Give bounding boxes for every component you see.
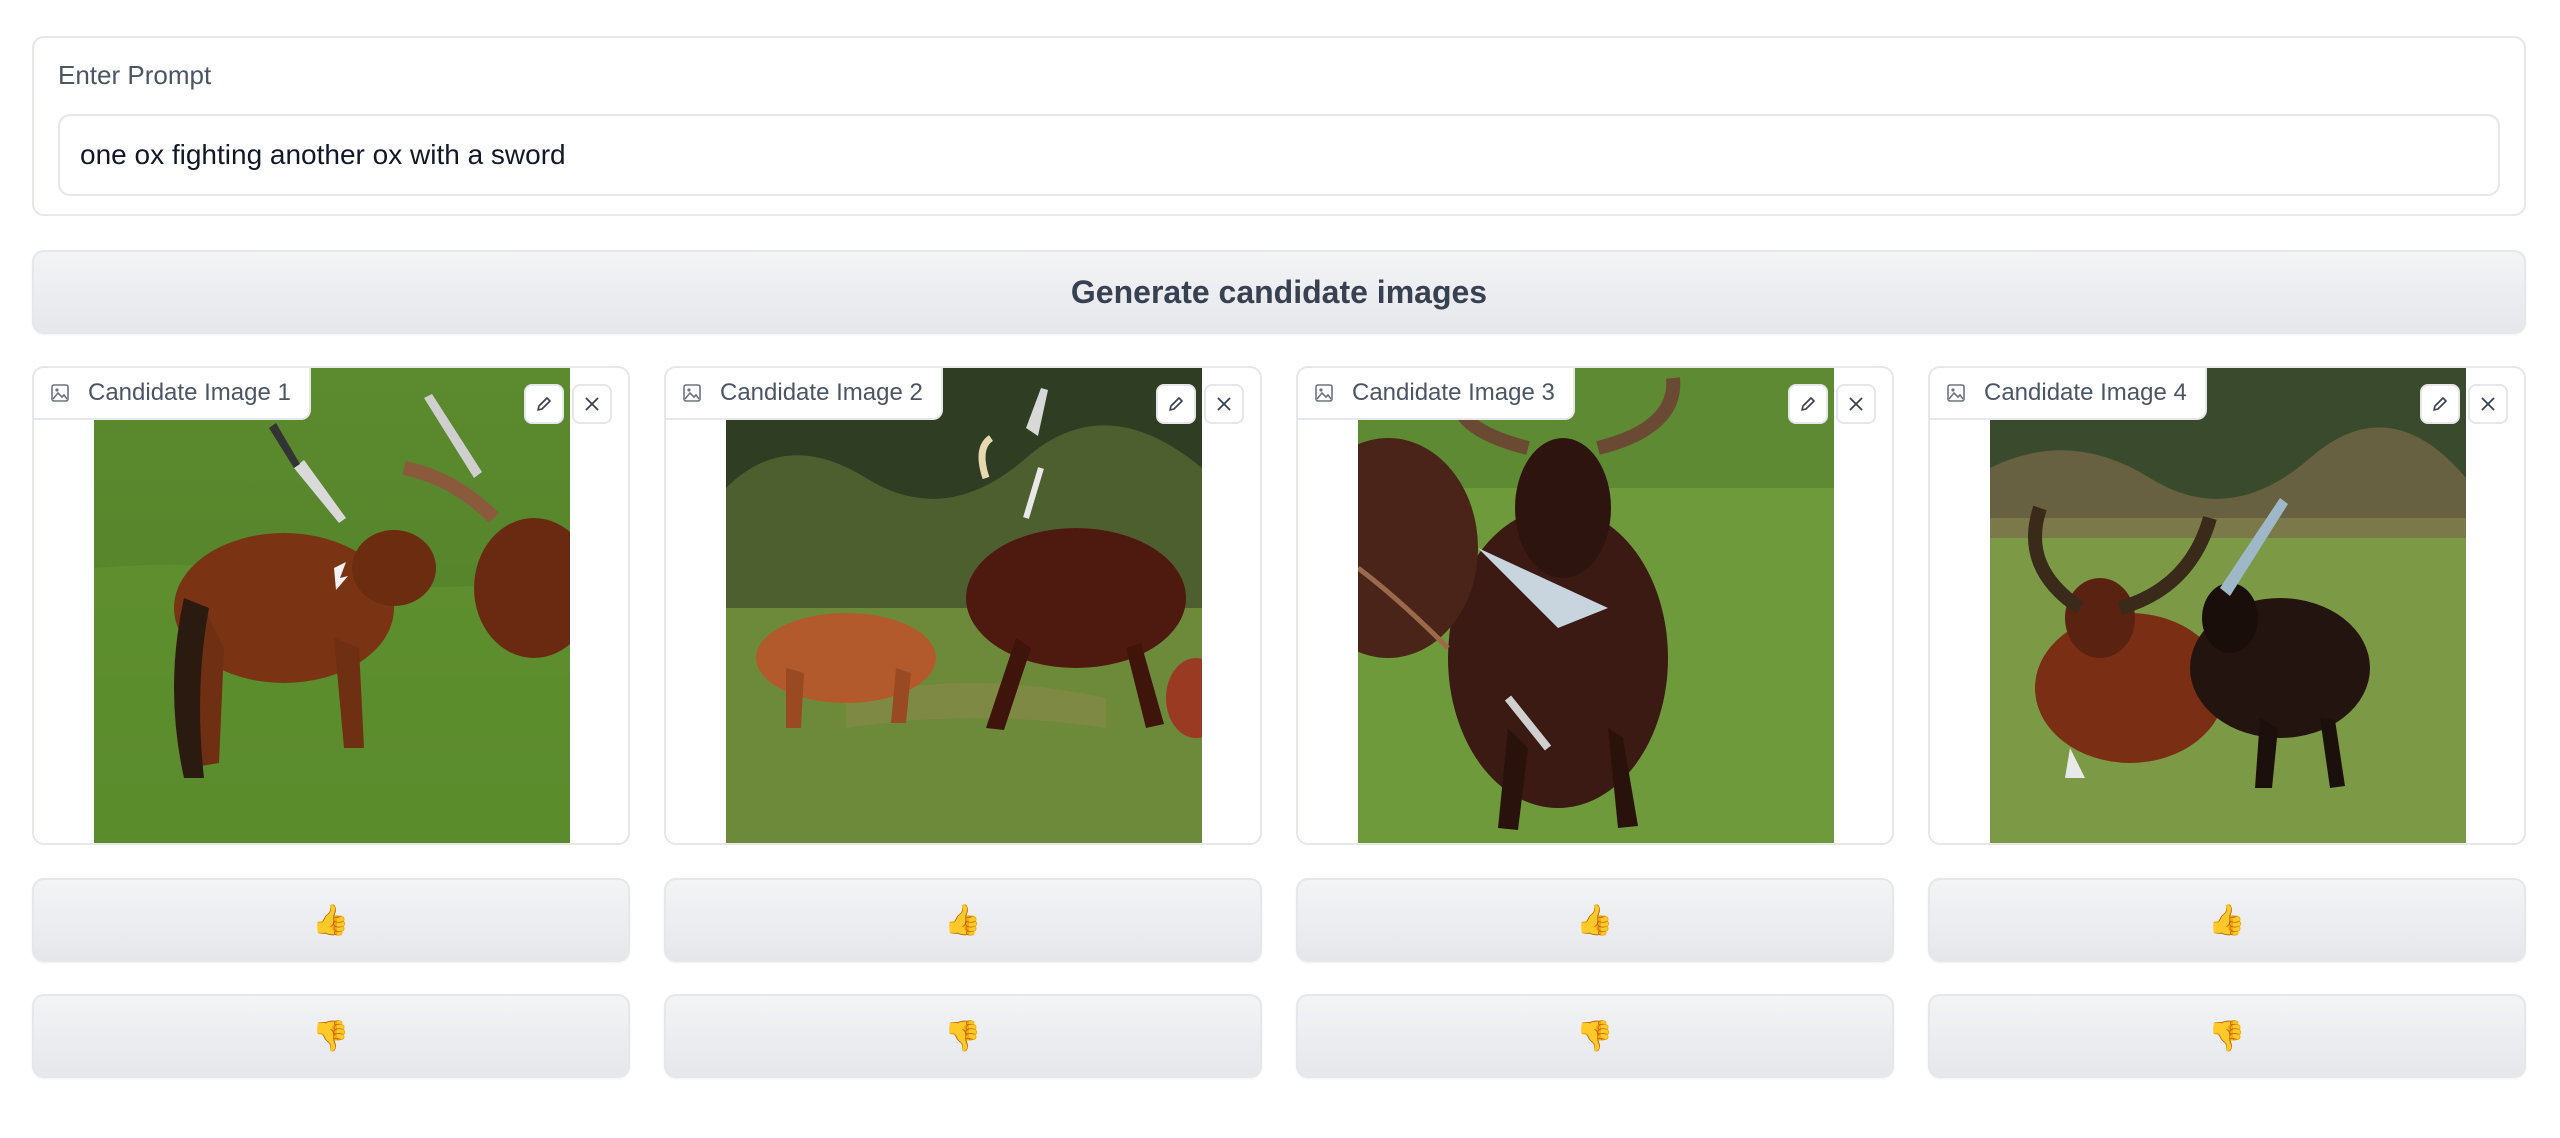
candidate-image-1[interactable]: [94, 368, 570, 843]
clear-button[interactable]: [1204, 384, 1244, 424]
candidate-image-card-4: Candidate Image 4: [1928, 366, 2526, 845]
edit-button[interactable]: [2420, 384, 2460, 424]
candidate-image-label-text: Candidate Image 1: [88, 379, 291, 406]
candidate-image-label-text: Candidate Image 4: [1984, 379, 2187, 406]
prompt-input[interactable]: [58, 114, 2500, 196]
clear-button[interactable]: [2468, 384, 2508, 424]
prompt-label: Enter Prompt: [58, 60, 212, 90]
image-icon: [683, 384, 701, 402]
candidate-image-card-3: Candidate Image 3: [1296, 366, 1894, 845]
pencil-icon: [2433, 397, 2447, 411]
candidate-image-label-2: Candidate Image 2: [666, 368, 943, 420]
close-icon: [1849, 397, 1863, 411]
image-icon: [1315, 384, 1333, 402]
candidate-image-label-1: Candidate Image 1: [34, 368, 311, 420]
thumbs-up-button-3[interactable]: 👍: [1296, 878, 1894, 962]
clear-button[interactable]: [572, 384, 612, 424]
edit-button[interactable]: [524, 384, 564, 424]
thumbs-down-button-1[interactable]: 👎: [32, 994, 630, 1078]
close-icon: [1217, 397, 1231, 411]
candidate-image-label-3: Candidate Image 3: [1298, 368, 1575, 420]
image-icon: [1947, 384, 1965, 402]
pencil-icon: [1169, 397, 1183, 411]
generate-button[interactable]: Generate candidate images: [32, 250, 2526, 334]
candidate-image-2[interactable]: [726, 368, 1202, 843]
pencil-icon: [537, 397, 551, 411]
thumbs-down-button-2[interactable]: 👎: [664, 994, 1262, 1078]
close-icon: [585, 397, 599, 411]
candidate-image-3[interactable]: [1358, 368, 1834, 843]
image-icon: [51, 384, 69, 402]
prompt-block: Enter Prompt: [32, 36, 2526, 216]
thumbs-up-button-2[interactable]: 👍: [664, 878, 1262, 962]
thumbs-down-button-4[interactable]: 👎: [1928, 994, 2526, 1078]
candidate-image-label-4: Candidate Image 4: [1930, 368, 2207, 420]
candidate-image-label-text: Candidate Image 2: [720, 379, 923, 406]
thumbs-up-button-1[interactable]: 👍: [32, 878, 630, 962]
candidate-image-card-2: Candidate Image 2: [664, 366, 1262, 845]
thumbs-down-button-3[interactable]: 👎: [1296, 994, 1894, 1078]
candidate-image-card-1: Candidate Image 1: [32, 366, 630, 845]
pencil-icon: [1801, 397, 1815, 411]
edit-button[interactable]: [1788, 384, 1828, 424]
candidate-image-label-text: Candidate Image 3: [1352, 379, 1555, 406]
thumbs-up-button-4[interactable]: 👍: [1928, 878, 2526, 962]
close-icon: [2481, 397, 2495, 411]
candidate-image-4[interactable]: [1990, 368, 2466, 843]
clear-button[interactable]: [1836, 384, 1876, 424]
edit-button[interactable]: [1156, 384, 1196, 424]
